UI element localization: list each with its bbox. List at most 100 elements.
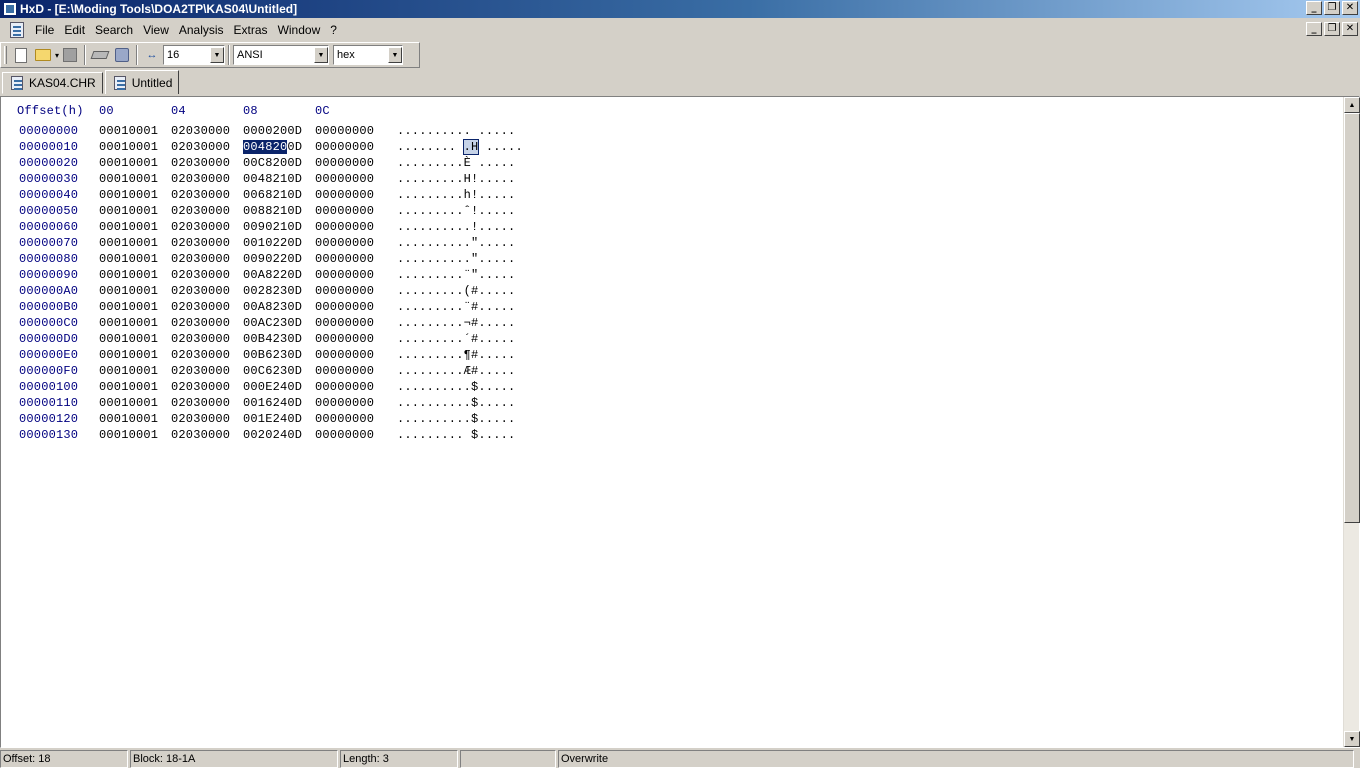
ascii-text[interactable]: ..........$..... [397, 411, 515, 427]
scroll-up-button[interactable]: ▲ [1344, 97, 1360, 113]
hex-group[interactable]: 00000000 [315, 155, 374, 171]
hex-group[interactable]: 02030000 [171, 203, 230, 219]
hex-group[interactable]: 00010001 [99, 379, 158, 395]
open-disk-button[interactable] [89, 44, 111, 66]
hex-group[interactable]: 00000000 [315, 171, 374, 187]
hex-group[interactable]: 00000000 [315, 299, 374, 315]
hex-group[interactable]: 02030000 [171, 267, 230, 283]
hex-group[interactable]: 00010001 [99, 187, 158, 203]
menu-window[interactable]: Window [273, 23, 326, 37]
doc-close-button[interactable]: ✕ [1342, 22, 1358, 36]
scroll-down-button[interactable]: ▼ [1344, 731, 1360, 747]
hex-group[interactable]: 00010001 [99, 299, 158, 315]
hex-group[interactable]: 02030000 [171, 379, 230, 395]
ascii-text[interactable]: .........¶#..... [397, 347, 515, 363]
hex-group[interactable]: 0010220D [243, 235, 302, 251]
hex-group[interactable]: 00000000 [315, 315, 374, 331]
ascii-text[interactable]: .........."..... [397, 251, 515, 267]
ascii-text[interactable]: ..........$..... [397, 395, 515, 411]
hex-group[interactable]: 00010001 [99, 347, 158, 363]
hex-group[interactable]: 000E240D [243, 379, 302, 395]
hex-group[interactable]: 02030000 [171, 363, 230, 379]
menu-search[interactable]: Search [90, 23, 138, 37]
hex-group[interactable]: 02030000 [171, 123, 230, 139]
hex-group[interactable]: 00000000 [315, 123, 374, 139]
hex-group[interactable]: 00010001 [99, 395, 158, 411]
hex-group[interactable]: 00010001 [99, 139, 158, 155]
selected-ascii[interactable]: .H [462, 139, 480, 155]
hex-group[interactable]: 00010001 [99, 219, 158, 235]
hex-group[interactable]: 00010001 [99, 155, 158, 171]
hex-group[interactable]: 00000000 [315, 235, 374, 251]
ascii-text[interactable]: ......... $..... [397, 427, 515, 443]
hex-group[interactable]: 00010001 [99, 171, 158, 187]
ascii-text[interactable]: .........¬#..... [397, 315, 515, 331]
hex-group[interactable]: 02030000 [171, 427, 230, 443]
hex-group[interactable]: 0048200D [243, 139, 302, 155]
open-ram-button[interactable] [111, 44, 133, 66]
ascii-text[interactable]: .........¨#..... [397, 299, 515, 315]
hex-group[interactable]: 00010001 [99, 203, 158, 219]
hex-group[interactable]: 02030000 [171, 155, 230, 171]
hex-group[interactable]: 02030000 [171, 235, 230, 251]
hex-group[interactable]: 00B6230D [243, 347, 302, 363]
hex-group[interactable]: 00000000 [315, 139, 374, 155]
ascii-text[interactable]: ........ .H ..... [397, 139, 523, 155]
hex-group[interactable]: 0020240D [243, 427, 302, 443]
ascii-text[interactable]: .........h!..... [397, 187, 515, 203]
hex-group[interactable]: 02030000 [171, 347, 230, 363]
hex-group[interactable]: 00000000 [315, 427, 374, 443]
ascii-text[interactable]: ..........!..... [397, 219, 515, 235]
open-file-button[interactable] [32, 44, 54, 66]
close-button[interactable]: ✕ [1342, 1, 1358, 15]
hex-group[interactable]: 00A8230D [243, 299, 302, 315]
hex-group[interactable]: 02030000 [171, 251, 230, 267]
toolbar-grip[interactable] [4, 46, 7, 64]
hex-group[interactable]: 00C8200D [243, 155, 302, 171]
ascii-text[interactable]: .........(#..... [397, 283, 515, 299]
tab-kas04-chr[interactable]: KAS04.CHR [2, 72, 103, 94]
charset-select[interactable]: ANSI ▼ [233, 45, 330, 65]
ascii-text[interactable]: .........È ..... [397, 155, 515, 171]
tab-untitled[interactable]: Untitled [104, 70, 180, 94]
hex-group[interactable]: 02030000 [171, 395, 230, 411]
menu-file[interactable]: File [30, 23, 59, 37]
hex-group[interactable]: 02030000 [171, 219, 230, 235]
hex-group[interactable]: 02030000 [171, 331, 230, 347]
hex-group[interactable]: 00010001 [99, 363, 158, 379]
hex-group[interactable]: 00010001 [99, 123, 158, 139]
doc-restore-button[interactable]: ❐ [1324, 22, 1340, 36]
hex-group[interactable]: 00000000 [315, 379, 374, 395]
hex-group[interactable]: 0090220D [243, 251, 302, 267]
new-file-button[interactable] [10, 44, 32, 66]
hex-group[interactable]: 00C6230D [243, 363, 302, 379]
hex-group[interactable]: 02030000 [171, 187, 230, 203]
hex-group[interactable]: 0048210D [243, 171, 302, 187]
hex-group[interactable]: 00010001 [99, 315, 158, 331]
hex-group[interactable]: 0088210D [243, 203, 302, 219]
ascii-text[interactable]: .........¨"..... [397, 267, 515, 283]
menu-analysis[interactable]: Analysis [174, 23, 229, 37]
vertical-scrollbar[interactable]: ▲ ▼ [1343, 97, 1360, 747]
hex-group[interactable]: 00010001 [99, 331, 158, 347]
save-button[interactable] [59, 44, 81, 66]
ascii-text[interactable]: .........."..... [397, 235, 515, 251]
ascii-text[interactable]: .........ˆ!..... [397, 203, 515, 219]
hex-group[interactable]: 00A8220D [243, 267, 302, 283]
chevron-down-icon[interactable]: ▼ [210, 47, 225, 63]
hex-group[interactable]: 00010001 [99, 235, 158, 251]
bytes-per-row-select[interactable]: 16 ▼ [163, 45, 226, 65]
hex-group[interactable]: 02030000 [171, 171, 230, 187]
hex-group[interactable]: 00010001 [99, 267, 158, 283]
hex-group[interactable]: 02030000 [171, 299, 230, 315]
hex-group[interactable]: 00010001 [99, 411, 158, 427]
hex-editor[interactable]: Offset(h) 00 04 08 0C 00000000 00010001 02… [0, 96, 1360, 748]
doc-minimize-button[interactable]: _ [1306, 22, 1322, 36]
restore-button[interactable]: ❐ [1324, 1, 1340, 15]
hxd-app-icon[interactable] [3, 2, 17, 16]
hex-group[interactable]: 0016240D [243, 395, 302, 411]
hex-group[interactable]: 00000000 [315, 347, 374, 363]
menu-extras[interactable]: Extras [229, 23, 273, 37]
minimize-button[interactable]: _ [1306, 1, 1322, 15]
document-icon[interactable] [10, 22, 24, 38]
